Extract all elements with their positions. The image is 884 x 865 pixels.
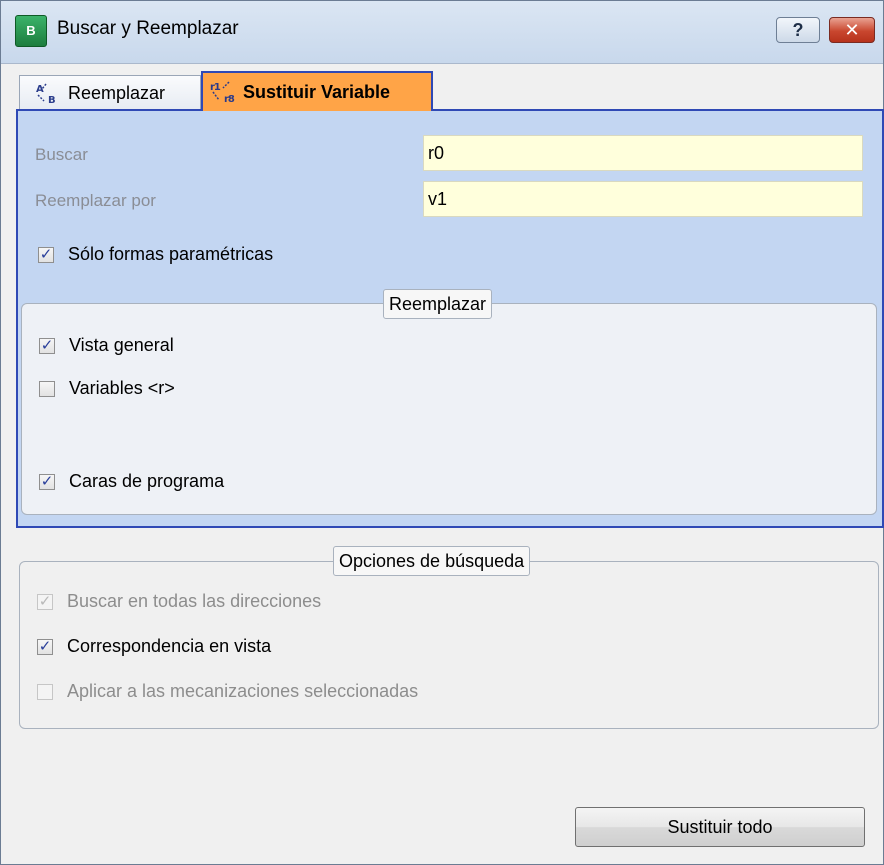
reemplazar-por-input[interactable]: v1 (423, 181, 863, 217)
tab-sustituir-variable-label: Sustituir Variable (243, 81, 391, 102)
substitute-variable-icon: r1 r8 (209, 79, 239, 105)
solo-formas-parametricas-label: Sólo formas paramétricas (68, 244, 274, 264)
aplicar-mecanizaciones-checkbox[interactable]: Aplicar a las mecanizaciones seleccionad… (37, 681, 418, 702)
variables-r-label: Variables <r> (69, 378, 175, 398)
reemplazar-por-label: Reemplazar por (35, 191, 156, 210)
svg-text:B: B (48, 95, 55, 105)
tab-reemplazar[interactable]: A B Reemplazar (19, 75, 201, 111)
caras-de-programa-checkbox[interactable]: ✓ Caras de programa (39, 471, 224, 492)
caras-de-programa-label: Caras de programa (69, 471, 225, 491)
checkbox-checked-icon: ✓ (39, 336, 55, 354)
reemplazar-group-title: Reemplazar (383, 289, 493, 319)
close-button[interactable]: ✕ (829, 17, 875, 43)
buscar-en-todas-direcciones-label: Buscar en todas las direcciones (67, 591, 322, 611)
buscar-input[interactable]: r0 (423, 135, 863, 171)
svg-text:A: A (36, 84, 44, 95)
vista-general-label: Vista general (69, 335, 174, 355)
vista-general-checkbox[interactable]: ✓ Vista general (39, 335, 174, 356)
checkbox-checked-icon: ✓ (37, 637, 53, 655)
checkbox-checked-icon: ✓ (39, 472, 55, 490)
app-icon: B (15, 15, 47, 47)
solo-formas-parametricas-checkbox[interactable]: ✓ Sólo formas paramétricas (38, 244, 273, 265)
tab-reemplazar-label: Reemplazar (68, 83, 166, 103)
checkbox-unchecked-icon (39, 380, 55, 397)
sustituir-todo-button[interactable]: Sustituir todo (575, 807, 865, 847)
buscar-label: Buscar (35, 145, 88, 164)
window-title: Buscar y Reemplazar (57, 18, 239, 39)
variables-r-checkbox[interactable]: Variables <r> (39, 378, 175, 399)
tab-sustituir-variable[interactable]: r1 r8 Sustituir Variable (201, 71, 433, 111)
aplicar-mecanizaciones-label: Aplicar a las mecanizaciones seleccionad… (67, 681, 419, 701)
help-button[interactable]: ? (776, 17, 820, 43)
replace-icon: A B (34, 81, 64, 107)
dialog-window: B Buscar y Reemplazar ? ✕ A B Reemplazar… (0, 0, 884, 865)
buscar-en-todas-direcciones-checkbox[interactable]: ✓ Buscar en todas las direcciones (37, 591, 321, 612)
checkbox-unchecked-disabled-icon (37, 683, 53, 700)
opciones-de-busqueda-title: Opciones de búsqueda (333, 546, 531, 576)
correspondencia-en-vista-label: Correspondencia en vista (67, 636, 272, 656)
checkbox-checked-icon: ✓ (38, 245, 54, 263)
title-bar[interactable]: B Buscar y Reemplazar ? ✕ (1, 1, 883, 64)
correspondencia-en-vista-checkbox[interactable]: ✓ Correspondencia en vista (37, 636, 271, 657)
checkbox-checked-disabled-icon: ✓ (37, 592, 53, 610)
svg-text:r8: r8 (224, 94, 235, 105)
svg-text:r1: r1 (210, 82, 221, 93)
